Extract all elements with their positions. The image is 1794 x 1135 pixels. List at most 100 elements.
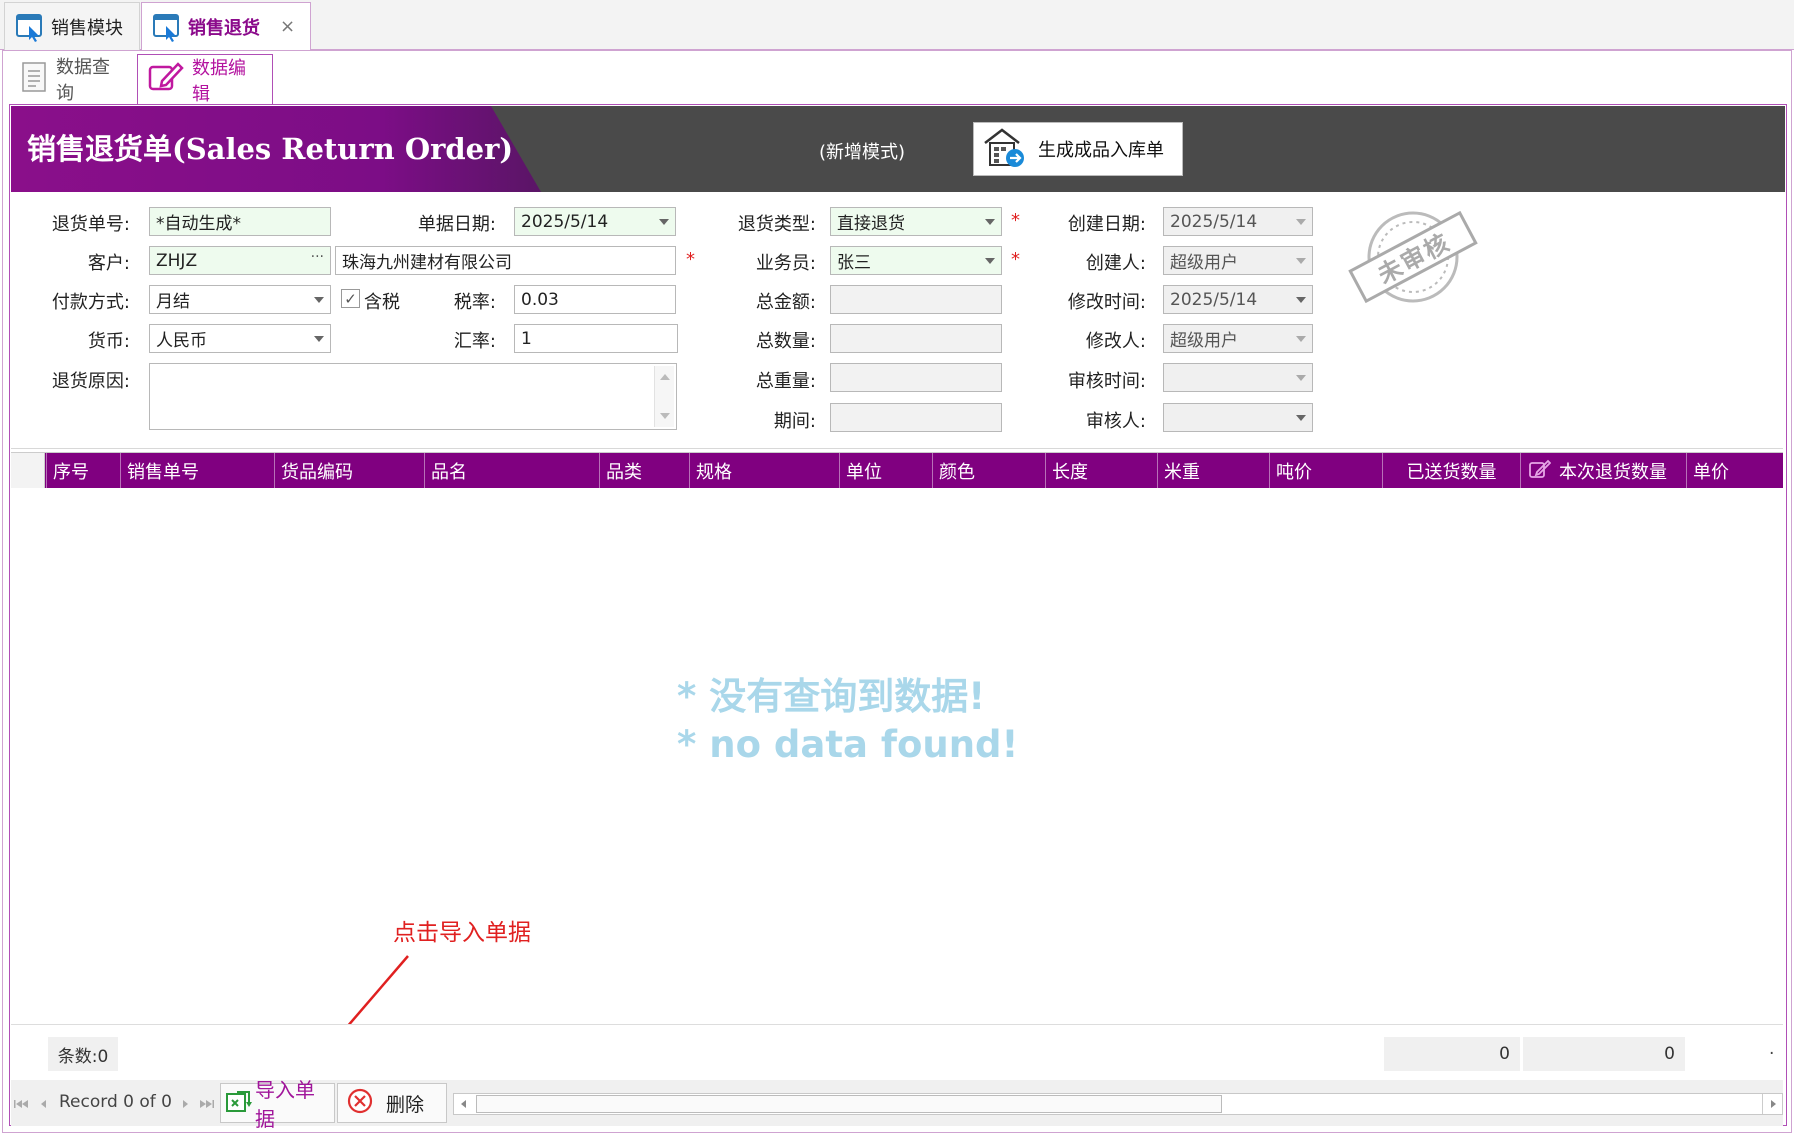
scroll-right-icon[interactable] xyxy=(1762,1094,1782,1114)
record-count: 条数:0 xyxy=(48,1037,118,1071)
field-value: *自动生成* xyxy=(156,214,241,234)
chevron-down-icon xyxy=(1296,336,1306,342)
page-title: 销售退货单(Sales Return Order) xyxy=(27,132,514,166)
col-header[interactable]: 颜色 xyxy=(932,453,1045,489)
period-field xyxy=(830,403,1002,432)
col-header[interactable]: 销售单号 xyxy=(120,453,274,489)
delete-button[interactable]: 删除 xyxy=(337,1083,447,1123)
scroll-thumb[interactable] xyxy=(476,1095,1222,1113)
window-icon xyxy=(152,12,182,42)
col-header[interactable]: 吨价 xyxy=(1269,453,1382,489)
salesperson-select[interactable]: 张三 xyxy=(830,246,1002,275)
prev-record-icon[interactable] xyxy=(38,1096,50,1110)
tax-rate-label: 税率: xyxy=(453,292,496,313)
col-header[interactable]: 品类 xyxy=(599,453,689,489)
last-record-icon[interactable] xyxy=(197,1096,215,1110)
exchange-rate-field[interactable]: 1 xyxy=(514,324,678,353)
header-banner: 销售退货单(Sales Return Order) (新增模式) 生成成品入库单 xyxy=(11,106,1785,192)
chevron-down-icon xyxy=(1296,258,1306,264)
currency-select[interactable]: 人民币 xyxy=(149,324,331,353)
auditor-field xyxy=(1163,403,1313,432)
scroll-up-icon[interactable] xyxy=(660,374,670,380)
required-mark: * xyxy=(686,249,695,270)
ellipsis-button[interactable]: ··· xyxy=(311,249,324,265)
divider xyxy=(11,448,1783,449)
total-qty-label: 总数量: xyxy=(755,331,816,352)
col-header-return-qty[interactable]: 本次退货数量 xyxy=(1520,453,1686,489)
chevron-down-icon xyxy=(1296,219,1306,225)
close-icon[interactable]: × xyxy=(280,16,295,37)
total-weight-field xyxy=(830,363,1002,392)
delete-icon xyxy=(346,1087,374,1120)
col-header[interactable]: 品名 xyxy=(424,453,599,489)
col-header[interactable]: 已送货数量 xyxy=(1382,453,1520,489)
field-value: 超级用户 xyxy=(1170,331,1238,351)
next-record-icon[interactable] xyxy=(179,1096,191,1110)
return-type-select[interactable]: 直接退货 xyxy=(830,207,1002,236)
doc-date-label: 单据日期: xyxy=(417,214,496,235)
textarea-scrollbar[interactable] xyxy=(654,366,674,427)
tab-sales-module[interactable]: 销售模块 xyxy=(4,2,140,50)
scroll-down-icon[interactable] xyxy=(660,413,670,419)
summary-bar: 条数:0 0 0 . xyxy=(11,1024,1783,1076)
modify-time-label: 修改时间: xyxy=(1067,292,1146,313)
return-no-label: 退货单号: xyxy=(51,214,130,235)
tab-data-edit[interactable]: 数据编辑 xyxy=(137,54,273,105)
col-header[interactable]: 长度 xyxy=(1045,453,1157,489)
generate-stock-in-button[interactable]: 生成成品入库单 xyxy=(973,122,1183,176)
field-value: 珠海九州建材有限公司 xyxy=(342,253,512,273)
warehouse-icon xyxy=(982,125,1026,174)
tax-included-checkbox[interactable]: ✓ xyxy=(341,289,360,308)
total-weight-label: 总重量: xyxy=(755,371,816,392)
field-value: 直接退货 xyxy=(837,214,905,234)
field-value: 月结 xyxy=(156,292,190,312)
tab-label: 数据查询 xyxy=(56,57,110,104)
creator-field: 超级用户 xyxy=(1163,246,1313,275)
chevron-down-icon[interactable] xyxy=(985,258,995,264)
scroll-left-icon[interactable] xyxy=(454,1094,474,1114)
modifier-field: 超级用户 xyxy=(1163,324,1313,353)
total-qty-field xyxy=(830,324,1002,353)
navigator-bar: Record 0 of 0 导入单据 删除 xyxy=(11,1078,1783,1131)
payment-label: 付款方式: xyxy=(51,292,130,313)
customer-code-field[interactable]: ZHJZ ··· xyxy=(149,246,331,275)
edit-icon xyxy=(1529,459,1552,484)
document-icon xyxy=(20,61,48,98)
empty-message-en: * no data found! xyxy=(677,723,1019,766)
create-date-label: 创建日期: xyxy=(1067,214,1146,235)
chevron-down-icon[interactable] xyxy=(314,297,324,303)
creator-label: 创建人: xyxy=(1085,253,1146,274)
col-header[interactable]: 米重 xyxy=(1157,453,1269,489)
chevron-down-icon[interactable] xyxy=(314,336,324,342)
window-icon xyxy=(15,12,45,42)
sum-return: 0 xyxy=(1523,1037,1685,1071)
create-date-field: 2025/5/14 xyxy=(1163,207,1313,236)
field-value: 2025/5/14 xyxy=(1170,289,1258,310)
col-header-label: 本次退货数量 xyxy=(1559,462,1667,483)
tax-rate-field[interactable]: 0.03 xyxy=(514,285,676,314)
reason-textarea[interactable] xyxy=(149,363,677,430)
doc-date-picker[interactable]: 2025/5/14 xyxy=(514,207,676,236)
first-record-icon[interactable] xyxy=(13,1096,31,1110)
field-value: 0.03 xyxy=(521,289,559,310)
audit-time-field xyxy=(1163,363,1313,392)
import-documents-button[interactable]: 导入单据 xyxy=(220,1078,335,1131)
tab-data-query[interactable]: 数据查询 xyxy=(10,54,135,104)
col-header[interactable]: 货品编码 xyxy=(274,453,424,489)
return-no-field[interactable]: *自动生成* xyxy=(149,207,331,236)
row-selector-header[interactable] xyxy=(11,453,45,489)
col-header[interactable]: 序号 xyxy=(46,453,120,489)
chevron-down-icon[interactable] xyxy=(659,219,669,225)
return-type-label: 退货类型: xyxy=(737,214,816,235)
payment-select[interactable]: 月结 xyxy=(149,285,331,314)
col-header[interactable]: 单价 xyxy=(1686,453,1783,489)
button-label: 删除 xyxy=(386,1093,425,1116)
horizontal-scrollbar[interactable] xyxy=(453,1093,1783,1115)
customer-name-field[interactable]: 珠海九州建材有限公司 xyxy=(335,246,676,275)
chevron-down-icon[interactable] xyxy=(985,219,995,225)
tab-sales-return[interactable]: 销售退货 × xyxy=(141,2,311,50)
chevron-down-icon xyxy=(1296,297,1306,303)
col-header[interactable]: 规格 xyxy=(689,453,839,489)
col-header[interactable]: 单位 xyxy=(839,453,932,489)
salesperson-label: 业务员: xyxy=(755,253,816,274)
